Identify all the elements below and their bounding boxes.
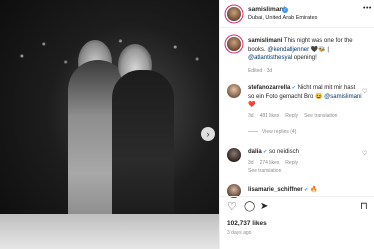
post-sidebar: samislimani ✓ Dubai, United Arab Emirate… [219, 0, 374, 249]
photo-floor [0, 214, 219, 249]
author-avatar[interactable] [227, 7, 241, 21]
post-location[interactable]: Dubai, United Arab Emirates [248, 15, 317, 21]
post-header: samislimani ✓ Dubai, United Arab Emirate… [220, 0, 374, 28]
post-photo[interactable]: › [0, 0, 219, 249]
comment-like-icon[interactable]: ♡ [362, 88, 367, 95]
chevron-right-icon: › [206, 128, 210, 139]
verified-badge-icon: ✓ [282, 6, 288, 13]
comment-likes[interactable]: 481 likes [260, 113, 280, 119]
see-translation-button[interactable]: See translation [248, 168, 281, 174]
comment-like-icon[interactable]: ♡ [362, 150, 367, 157]
comment-icon[interactable]: ◯ [244, 202, 255, 212]
comment-username[interactable]: stefanozarrella [248, 85, 290, 91]
author-username[interactable]: samislimani [248, 6, 285, 13]
caption-edited-time: Edited · 3d [248, 68, 273, 74]
view-replies-button[interactable]: View replies (4) [248, 129, 296, 135]
comment-text: dalia ✔ so neidisch [248, 148, 363, 157]
post-actions: ♡ ◯ ➤ ⊓ 102,737 likes 3 days ago [220, 196, 374, 249]
comment-body: 🔥 [308, 187, 318, 193]
reply-button[interactable]: Reply [285, 160, 298, 166]
caption-body-middle: 🖤🐝 | [309, 46, 329, 53]
caption-username[interactable]: samislimani [248, 38, 282, 44]
comment-username[interactable]: dalia [248, 149, 262, 155]
comment-avatar[interactable] [227, 148, 241, 162]
more-options-icon[interactable]: ••• [363, 5, 372, 12]
caption-mention-kendall[interactable]: @kendalljenner [267, 47, 309, 53]
comment-likes[interactable]: 274 likes [260, 160, 280, 166]
comment-username[interactable]: lisamarie_schiffner [248, 187, 303, 193]
see-translation-button[interactable]: See translation [304, 113, 337, 119]
likes-count[interactable]: 102,737 likes [227, 220, 267, 227]
comment-text: lisamarie_schiffner ✔ 🔥 [248, 186, 363, 195]
like-icon[interactable]: ♡ [227, 202, 237, 213]
comment-time: 3d [248, 160, 254, 166]
comment-text: stefanozarrella ✔ Nicht mal mit mir hast… [248, 84, 363, 110]
caption-mention-atlantis[interactable]: @atlantisthesyal [248, 55, 292, 61]
comment-body: so neidisch [267, 149, 299, 155]
save-icon[interactable]: ⊓ [360, 202, 368, 212]
comment-avatar[interactable] [227, 84, 241, 98]
comment-time: 3d [248, 113, 254, 119]
next-photo-button[interactable]: › [201, 127, 215, 141]
comment-meta: 3d 274 likes Reply [248, 160, 304, 166]
comment-mention[interactable]: @samislimani [324, 94, 361, 100]
post-time: 3 days ago [227, 230, 252, 236]
share-icon[interactable]: ➤ [260, 202, 268, 212]
caption-body-end: opening! [292, 55, 317, 61]
caption-avatar[interactable] [227, 37, 241, 51]
heart-emoji: ❤️ [248, 102, 256, 108]
caption-text: samislimani This night was one for the b… [248, 37, 368, 63]
reply-button[interactable]: Reply [285, 113, 298, 119]
comment-meta: 3d 481 likes Reply See translation [248, 113, 343, 119]
